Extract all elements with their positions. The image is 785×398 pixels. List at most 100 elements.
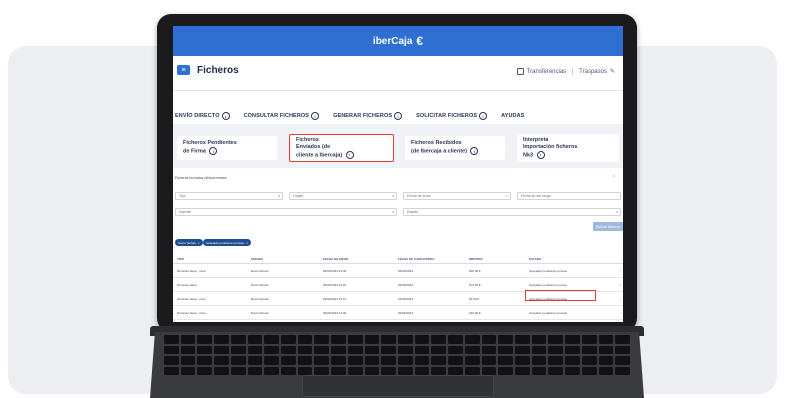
subtab-label-line1: Ficheros — [296, 136, 319, 143]
estado-select[interactable]: Estado ▾ — [403, 208, 621, 216]
info-icon[interactable]: i — [345, 150, 354, 159]
keyboard-key — [180, 345, 196, 354]
cell-importe: 500,00 € — [469, 268, 481, 273]
link-transferencias[interactable]: Transferencias — [527, 69, 566, 75]
pencil-icon[interactable]: ✎ — [610, 68, 615, 75]
chevron-up-icon[interactable]: ^ — [613, 175, 615, 181]
tab-solicitar-ficheros[interactable]: SOLICITAR FICHEROS i — [416, 112, 488, 120]
subtab-recibidos[interactable]: Ficheros Recibidos (de Ibercaja a client… — [405, 136, 505, 160]
info-icon[interactable]: i — [311, 112, 320, 120]
subtab-label-line2: de Firma — [183, 148, 206, 155]
tab-consultar-ficheros[interactable]: CONSULTAR FICHEROS i — [243, 112, 320, 126]
subtab-label-line3: cliente a Ibercaja) — [296, 152, 343, 159]
keyboard-key — [164, 345, 179, 354]
tipo-select[interactable]: Tipo ▾ — [175, 192, 283, 200]
chevron-down-icon: ▾ — [616, 210, 618, 214]
laptop-screen: iberCaja € ≡ Ficheros Transferencias Tra… — [173, 26, 623, 322]
menu-icon[interactable]: ≡ — [177, 65, 190, 75]
close-icon[interactable]: × — [198, 241, 200, 245]
info-icon[interactable]: i — [536, 150, 545, 159]
subtab-label-line2: (de Ibercaja a cliente) — [411, 148, 467, 155]
keyboard-key — [214, 356, 229, 365]
tab-ayudas[interactable]: AYUDAS — [501, 113, 524, 119]
info-icon[interactable]: i — [470, 147, 479, 156]
cell-fecha-carga: 05/06/2023 — [398, 268, 414, 273]
cell-importe: 670,00 € — [469, 282, 481, 287]
cell-fecha-envio: 04/06/2023 11:20 — [323, 282, 347, 287]
estado-placeholder: Estado — [407, 210, 418, 214]
keyboard-key — [398, 356, 413, 365]
info-icon[interactable]: i — [394, 112, 403, 120]
trackpad — [302, 375, 494, 397]
keyboard-key — [448, 356, 463, 365]
keyboard-key — [515, 366, 530, 375]
importe-select[interactable]: Importe ▾ — [175, 208, 397, 216]
keyboard-key — [448, 366, 463, 375]
chevron-down-icon: ▾ — [392, 210, 394, 214]
search-button[interactable]: Buscar ficheros — [593, 222, 623, 231]
keyboard-key — [431, 345, 447, 354]
cell-estado: Aceptado pendiente proceso — [529, 310, 568, 315]
info-icon[interactable]: i — [221, 112, 230, 120]
cell-tipo: Nóminas Sepa — [177, 282, 197, 287]
cell-estado: Aceptado pendiente proceso — [529, 268, 568, 273]
keyboard-key — [598, 356, 614, 365]
fecha-fin-field[interactable]: Fecha fin del rango — [517, 192, 621, 200]
keyboard-key — [581, 366, 597, 375]
keyboard-key — [448, 335, 463, 344]
filters-section-label: Ficheros enviados últimos meses — [175, 176, 227, 180]
tab-envio-directo[interactable]: ENVÍO DIRECTO i — [175, 112, 230, 120]
subtab-interpreta[interactable]: Interpreta Importación ficheros Nk3 i — [517, 134, 619, 162]
brand-name: iberCaja — [372, 35, 413, 47]
keyboard-key — [180, 356, 196, 365]
table-row[interactable]: Nóminas Sepa - Core Envío Directo 05/06/… — [173, 264, 623, 278]
divider — [572, 68, 574, 75]
chevron-down-icon: ▾ — [278, 194, 280, 198]
origen-select[interactable]: Origen ▾ — [289, 192, 397, 200]
cell-tipo: Nóminas Sepa - Core — [177, 268, 206, 273]
keyboard-key — [598, 366, 614, 375]
keyboard-key — [297, 335, 313, 344]
cell-importe: 52,00 € — [469, 296, 480, 301]
keyboard-key — [197, 356, 213, 365]
fecha-envio-placeholder: Fecha de envío — [407, 194, 432, 198]
keyboard-key — [264, 335, 279, 344]
keyboard-key — [398, 335, 413, 344]
tab-label: ENVÍO DIRECTO — [175, 113, 220, 119]
col-tipo: TIPO — [177, 256, 185, 261]
subtab-pendientes-firma[interactable]: Ficheros Pendientes de Firma i — [177, 136, 277, 160]
filter-chip[interactable]: Cierre fechas × — [175, 239, 203, 246]
keyboard-key — [247, 335, 263, 344]
keyboard-key — [531, 345, 547, 354]
keyboard-key — [381, 345, 396, 354]
info-icon[interactable]: i — [479, 112, 488, 120]
keyboard-key — [431, 335, 447, 344]
keyboard-key — [164, 335, 179, 344]
fecha-envio-field[interactable]: Fecha de envío ▭ — [403, 192, 511, 200]
subtab-enviados[interactable]: Ficheros Enviados (de cliente a Ibercaja… — [289, 134, 394, 162]
chevron-right-icon[interactable]: › — [620, 310, 621, 315]
info-icon[interactable]: i — [209, 147, 218, 156]
keyboard-key — [364, 356, 380, 365]
keyboard-key — [164, 366, 179, 375]
subtab-label-line1: Ficheros Pendientes — [183, 140, 237, 147]
chevron-right-icon[interactable]: › — [620, 296, 621, 301]
keyboard-key — [230, 366, 246, 375]
keyboard-key — [281, 366, 296, 375]
col-estado: ESTADO — [529, 256, 542, 261]
keyboard-key — [197, 366, 213, 375]
tab-generar-ficheros[interactable]: GENERAR FICHEROS i — [333, 112, 403, 120]
chevron-right-icon[interactable]: › — [620, 282, 621, 287]
filter-chip[interactable]: Aceptado pendiente proceso × — [203, 239, 251, 246]
subtab-label-line3: Nk3 — [523, 152, 534, 159]
main-tabs: ENVÍO DIRECTO i CONSULTAR FICHEROS i GEN… — [173, 108, 623, 126]
keyboard-key — [381, 356, 396, 365]
subtab-label-line1: Interpreta — [523, 136, 549, 143]
table-row[interactable]: Nóminas Sepa - Core Envío Directo 03/06/… — [173, 306, 623, 320]
close-icon[interactable]: × — [246, 241, 248, 245]
chevron-right-icon[interactable]: › — [620, 268, 621, 273]
link-traspasos[interactable]: Traspasos — [579, 69, 607, 75]
chip-label: Cierre fechas — [178, 240, 196, 245]
cell-tipo: Nóminas Sepa - Core — [177, 310, 206, 315]
keyboard-key — [565, 366, 580, 375]
